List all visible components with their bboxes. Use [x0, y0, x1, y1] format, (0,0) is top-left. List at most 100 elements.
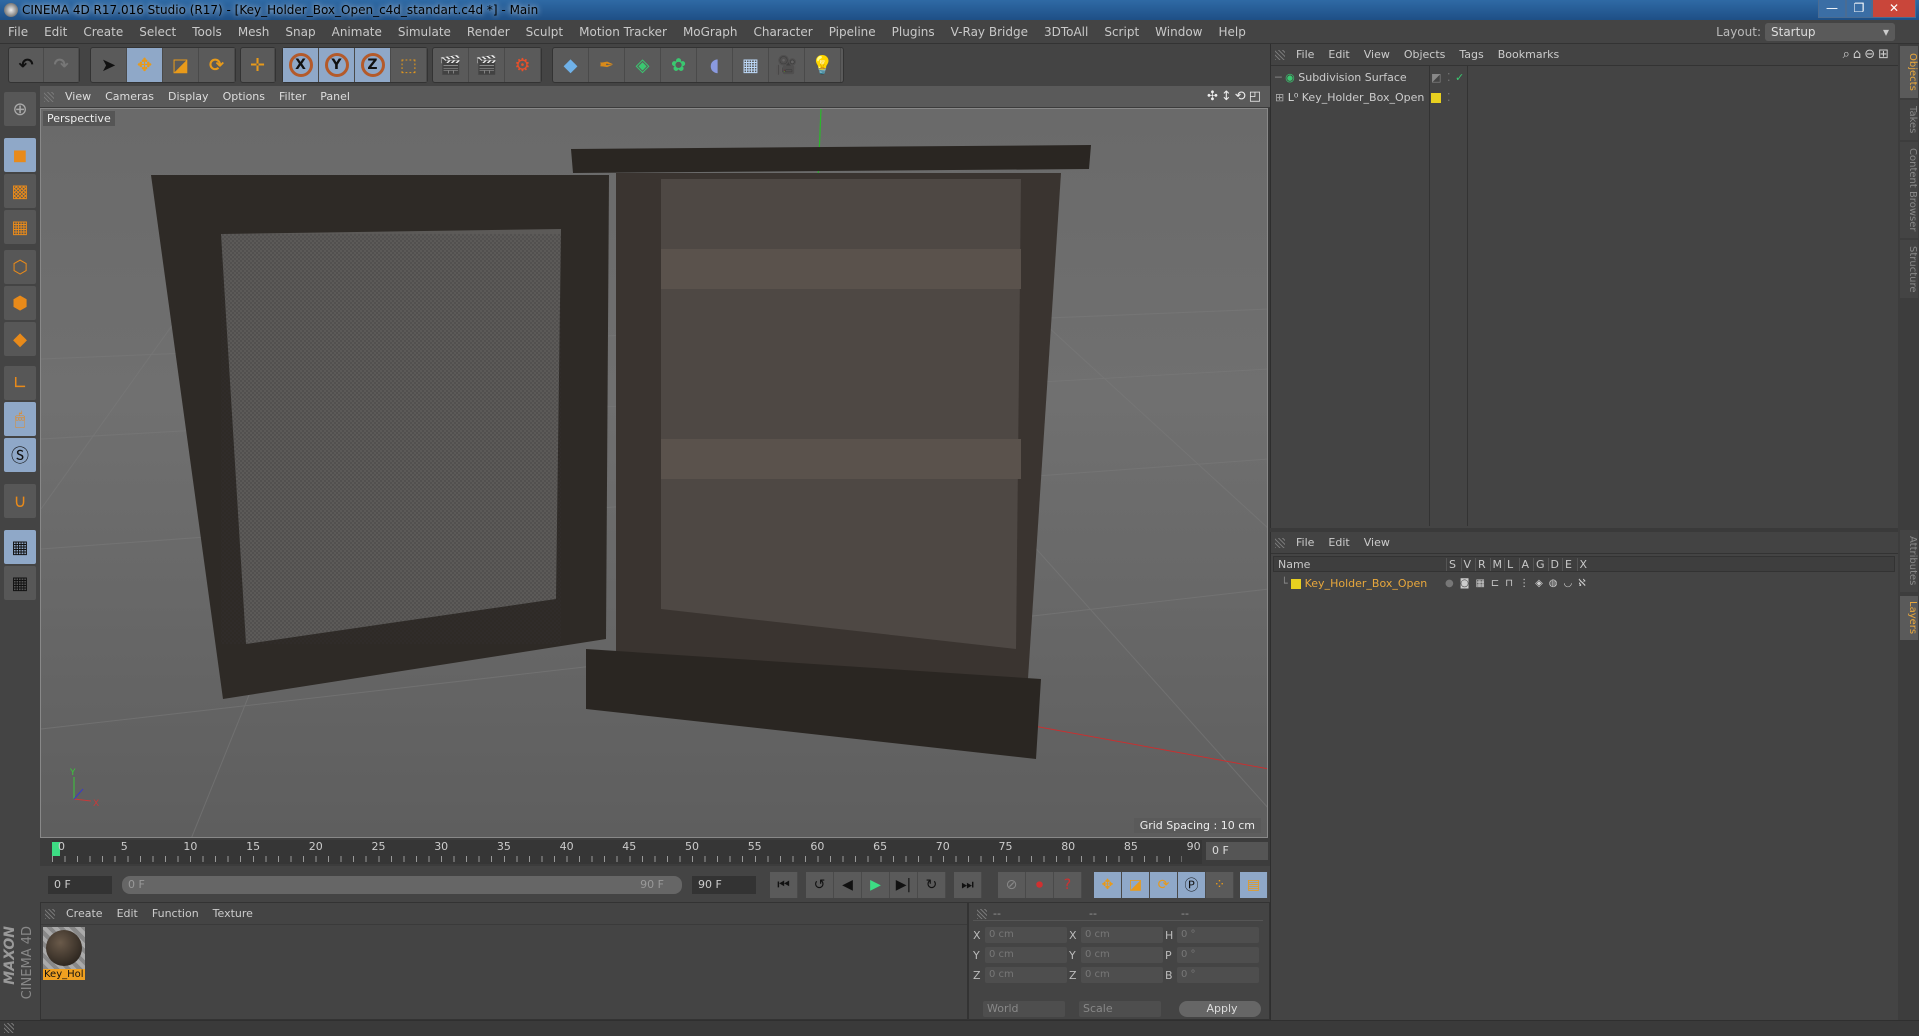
object-menu-objects[interactable]: Objects: [1397, 44, 1453, 66]
rotation-field[interactable]: 0 °: [1177, 927, 1259, 943]
model-mode-icon[interactable]: ◼: [4, 138, 36, 172]
size-field[interactable]: 0 cm: [1081, 967, 1163, 983]
object-menu-view[interactable]: View: [1357, 44, 1397, 66]
minimize-button[interactable]: —: [1818, 0, 1846, 18]
menu-help[interactable]: Help: [1210, 20, 1253, 44]
object-row[interactable]: ─ ◉ Subdivision Surface ◩ ⁚ ✓: [1275, 68, 1895, 88]
menu-render[interactable]: Render: [459, 20, 518, 44]
menu-character[interactable]: Character: [745, 20, 820, 44]
manager-toggle-icon[interactable]: ⊏: [1491, 578, 1505, 589]
layer-menu-view[interactable]: View: [1357, 532, 1397, 554]
previous-frame-button[interactable]: ◀: [834, 872, 862, 898]
render-settings-icon[interactable]: ⚙: [505, 48, 541, 82]
material-menu-function[interactable]: Function: [145, 903, 206, 925]
object-menu-bookmarks[interactable]: Bookmarks: [1491, 44, 1566, 66]
drag-grip-icon[interactable]: [1275, 50, 1285, 60]
column-d[interactable]: D: [1547, 558, 1559, 571]
tab-layers[interactable]: Layers: [1900, 596, 1918, 640]
layer-menu-edit[interactable]: Edit: [1321, 532, 1356, 554]
tab-objects[interactable]: Objects: [1900, 46, 1918, 98]
y-axis-lock[interactable]: Y: [319, 48, 355, 82]
rotation-field[interactable]: 0 °: [1177, 967, 1259, 983]
select-tool-icon[interactable]: ➤: [91, 48, 127, 82]
position-field[interactable]: 0 cm: [985, 967, 1067, 983]
timeline-window-icon[interactable]: ▤: [1240, 872, 1268, 898]
expand-icon[interactable]: ⊞: [1275, 91, 1284, 104]
editor-visibility-icon[interactable]: ◩: [1431, 68, 1441, 88]
viewport-menu-filter[interactable]: Filter: [272, 86, 313, 108]
tab-structure[interactable]: Structure: [1900, 240, 1918, 298]
menu-3dtoall[interactable]: 3DToAll: [1036, 20, 1096, 44]
tweak-mode-icon[interactable]: 🖱: [4, 402, 36, 436]
solo-toggle-icon[interactable]: ●: [1445, 578, 1460, 589]
drag-grip-icon[interactable]: [4, 1023, 14, 1033]
viewport-menu-options[interactable]: Options: [216, 86, 272, 108]
layer-menu-file[interactable]: File: [1289, 532, 1321, 554]
object-menu-tags[interactable]: Tags: [1452, 44, 1490, 66]
menu-snap[interactable]: Snap: [277, 20, 323, 44]
column-e[interactable]: E: [1562, 558, 1572, 571]
coordinate-type-dropdown[interactable]: Scale: [1079, 1001, 1161, 1017]
visibility-dots-icon[interactable]: ⁚: [1447, 88, 1451, 108]
record-off-icon[interactable]: ⊘: [998, 872, 1026, 898]
xref-toggle-icon[interactable]: ℵ: [1578, 578, 1591, 589]
light-icon[interactable]: 💡: [805, 48, 841, 82]
texture-mode-icon[interactable]: ▩: [4, 174, 36, 208]
lock-toggle-icon[interactable]: ⊓: [1505, 578, 1519, 589]
viewport-camera-label[interactable]: Perspective: [43, 111, 115, 126]
timeline-ruler[interactable]: 0 5 10 15 20 25 30 35 40 45 50 55 60 65 70 75 80 85 90: [52, 840, 1202, 864]
home-icon[interactable]: ⌂: [1853, 47, 1864, 62]
coordinate-system-icon[interactable]: ⬚: [391, 48, 427, 82]
column-name[interactable]: Name: [1278, 558, 1310, 571]
pan-icon[interactable]: ✣: [1207, 89, 1221, 104]
go-to-start-button[interactable]: ⏮: [770, 872, 798, 898]
layer-color-swatch[interactable]: [1431, 93, 1441, 103]
render-picture-viewer-icon[interactable]: 🎬: [469, 48, 505, 82]
go-to-end-button[interactable]: ⏭: [954, 872, 982, 898]
polygons-mode-icon[interactable]: ◆: [4, 322, 36, 356]
new-panel-icon[interactable]: ⊞: [1878, 47, 1892, 62]
viewport-menu-display[interactable]: Display: [161, 86, 216, 108]
menu-pipeline[interactable]: Pipeline: [821, 20, 884, 44]
material-swatch[interactable]: Key_Hol: [43, 927, 87, 983]
move-tool-icon[interactable]: ✥: [127, 48, 163, 82]
cloner-icon[interactable]: ✿: [661, 48, 697, 82]
next-key-button[interactable]: ↻: [918, 872, 946, 898]
snap-magnet-icon[interactable]: ∪: [4, 484, 36, 518]
menu-file[interactable]: File: [0, 20, 36, 44]
scale-tool-icon[interactable]: ◪: [163, 48, 199, 82]
link-icon[interactable]: ⊖: [1864, 47, 1878, 62]
current-frame-field[interactable]: 0 F: [1206, 842, 1268, 860]
column-r[interactable]: R: [1475, 558, 1486, 571]
material-menu-create[interactable]: Create: [59, 903, 110, 925]
render-view-icon[interactable]: 🎬: [433, 48, 469, 82]
expressions-toggle-icon[interactable]: ◡: [1564, 578, 1579, 589]
make-editable-icon[interactable]: ⊕: [4, 92, 36, 126]
tab-attributes[interactable]: Attributes: [1900, 530, 1918, 592]
key-pla-icon[interactable]: ⁘: [1206, 872, 1234, 898]
menu-animate[interactable]: Animate: [324, 20, 390, 44]
subdivision-surface-icon[interactable]: ◈: [625, 48, 661, 82]
edges-mode-icon[interactable]: ⬢: [4, 286, 36, 320]
z-axis-lock[interactable]: Z: [355, 48, 391, 82]
cube-icon[interactable]: ◆: [553, 48, 589, 82]
rotate-tool-icon[interactable]: ⟳: [199, 48, 235, 82]
key-rotation-icon[interactable]: ⟳: [1150, 872, 1178, 898]
material-menu-texture[interactable]: Texture: [206, 903, 260, 925]
workplane-mode-icon[interactable]: ▦: [4, 210, 36, 244]
menu-plugins[interactable]: Plugins: [884, 20, 943, 44]
menu-sculpt[interactable]: Sculpt: [518, 20, 571, 44]
menu-select[interactable]: Select: [131, 20, 184, 44]
solo-mode-icon[interactable]: Ⓢ: [4, 438, 36, 472]
drag-grip-icon[interactable]: [44, 92, 54, 102]
layer-name[interactable]: Key_Holder_Box_Open: [1305, 577, 1428, 590]
close-button[interactable]: ✕: [1872, 0, 1916, 18]
layer-row[interactable]: └ Key_Holder_Box_Open ●◙▦⊏⊓⋮◈◍◡ℵ: [1273, 574, 1893, 594]
view-toggle-icon[interactable]: ◙: [1460, 578, 1476, 589]
size-field[interactable]: 0 cm: [1081, 927, 1163, 943]
render-toggle-icon[interactable]: ▦: [1475, 578, 1490, 589]
drag-grip-icon[interactable]: [977, 909, 987, 919]
redo-icon[interactable]: ↷: [44, 48, 79, 82]
object-menu-file[interactable]: File: [1289, 44, 1321, 66]
floor-icon[interactable]: ▦: [733, 48, 769, 82]
